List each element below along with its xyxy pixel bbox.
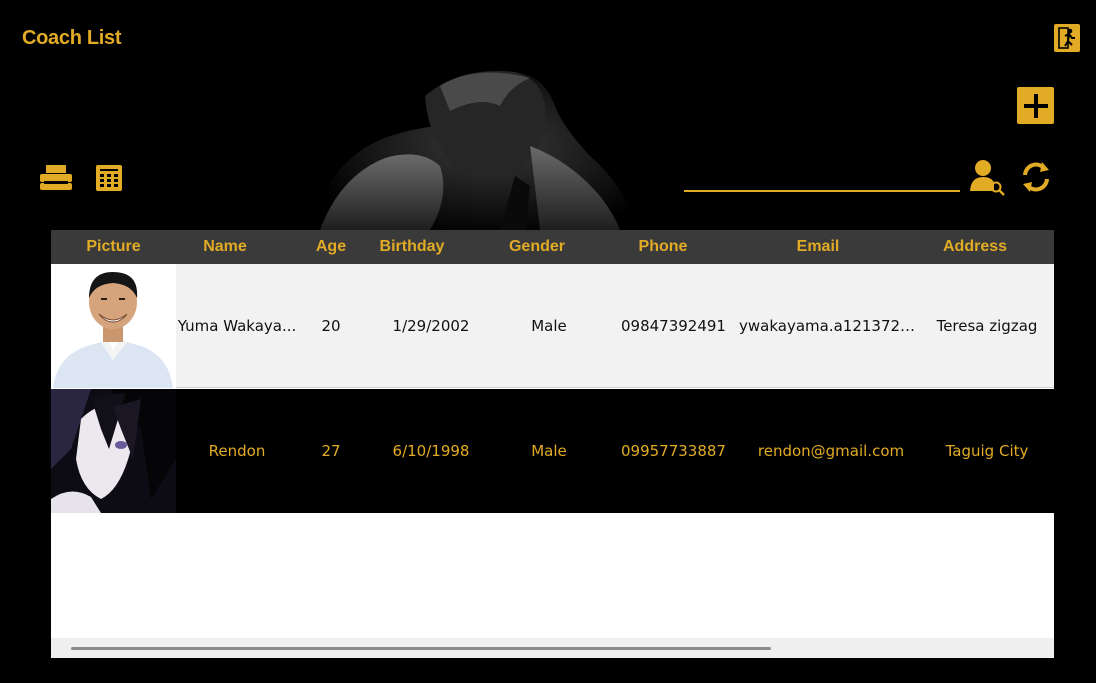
coach-photo [51, 389, 176, 513]
column-header-name[interactable]: Name [176, 230, 274, 264]
cell-phone: 09957733887 [621, 442, 726, 460]
table-grid-icon [96, 165, 122, 191]
search-user-button[interactable] [966, 157, 1008, 197]
exit-running-icon [1058, 27, 1075, 49]
search-input[interactable] [684, 170, 960, 192]
cell-email: rendon@gmail.com [757, 442, 905, 460]
add-coach-button[interactable] [1017, 87, 1054, 124]
column-header-age[interactable]: Age [306, 230, 356, 264]
refresh-button[interactable] [1018, 160, 1054, 194]
column-header-picture[interactable]: Picture [51, 230, 176, 264]
column-header-address[interactable]: Address [931, 230, 1019, 264]
cell-email: ywakayama.a12137299... [739, 317, 923, 335]
plus-icon [1023, 93, 1048, 118]
cell-gender: Male [531, 317, 567, 335]
exit-button[interactable] [1054, 24, 1080, 52]
banner-image [300, 66, 645, 230]
column-header-phone[interactable]: Phone [621, 230, 705, 264]
scrollbar-thumb[interactable] [71, 647, 771, 650]
printer-icon [40, 165, 72, 190]
cell-gender: Male [531, 442, 567, 460]
table-header: Picture Name Age Birthday Gender Phone E… [51, 230, 1054, 264]
refresh-icon [1023, 162, 1049, 192]
cell-name: Rendon [208, 442, 266, 460]
cell-address: Taguig City [945, 442, 1029, 460]
page-title: Coach List [22, 27, 122, 49]
cell-phone: 09847392491 [621, 317, 726, 335]
column-header-gender[interactable]: Gender [496, 230, 578, 264]
table-row[interactable]: Rendon 27 6/10/1998 Male 09957733887 ren… [51, 389, 1054, 513]
cell-name: Yuma Wakaya... [177, 317, 297, 335]
coach-table[interactable]: Picture Name Age Birthday Gender Phone E… [51, 230, 1054, 658]
coach-photo [51, 264, 176, 388]
export-table-button[interactable] [94, 163, 124, 193]
cell-address: Teresa zigzag [936, 317, 1038, 335]
user-search-icon [970, 160, 1005, 196]
print-button[interactable] [38, 164, 74, 192]
horizontal-scrollbar[interactable] [51, 638, 1054, 658]
cell-birthday: 6/10/1998 [392, 442, 470, 460]
cell-age: 27 [321, 442, 341, 460]
table-row[interactable]: Yuma Wakaya... 20 1/29/2002 Male 0984739… [51, 264, 1054, 388]
cell-age: 20 [321, 317, 341, 335]
column-header-birthday[interactable]: Birthday [371, 230, 453, 264]
cell-birthday: 1/29/2002 [392, 317, 470, 335]
column-header-email[interactable]: Email [767, 230, 869, 264]
